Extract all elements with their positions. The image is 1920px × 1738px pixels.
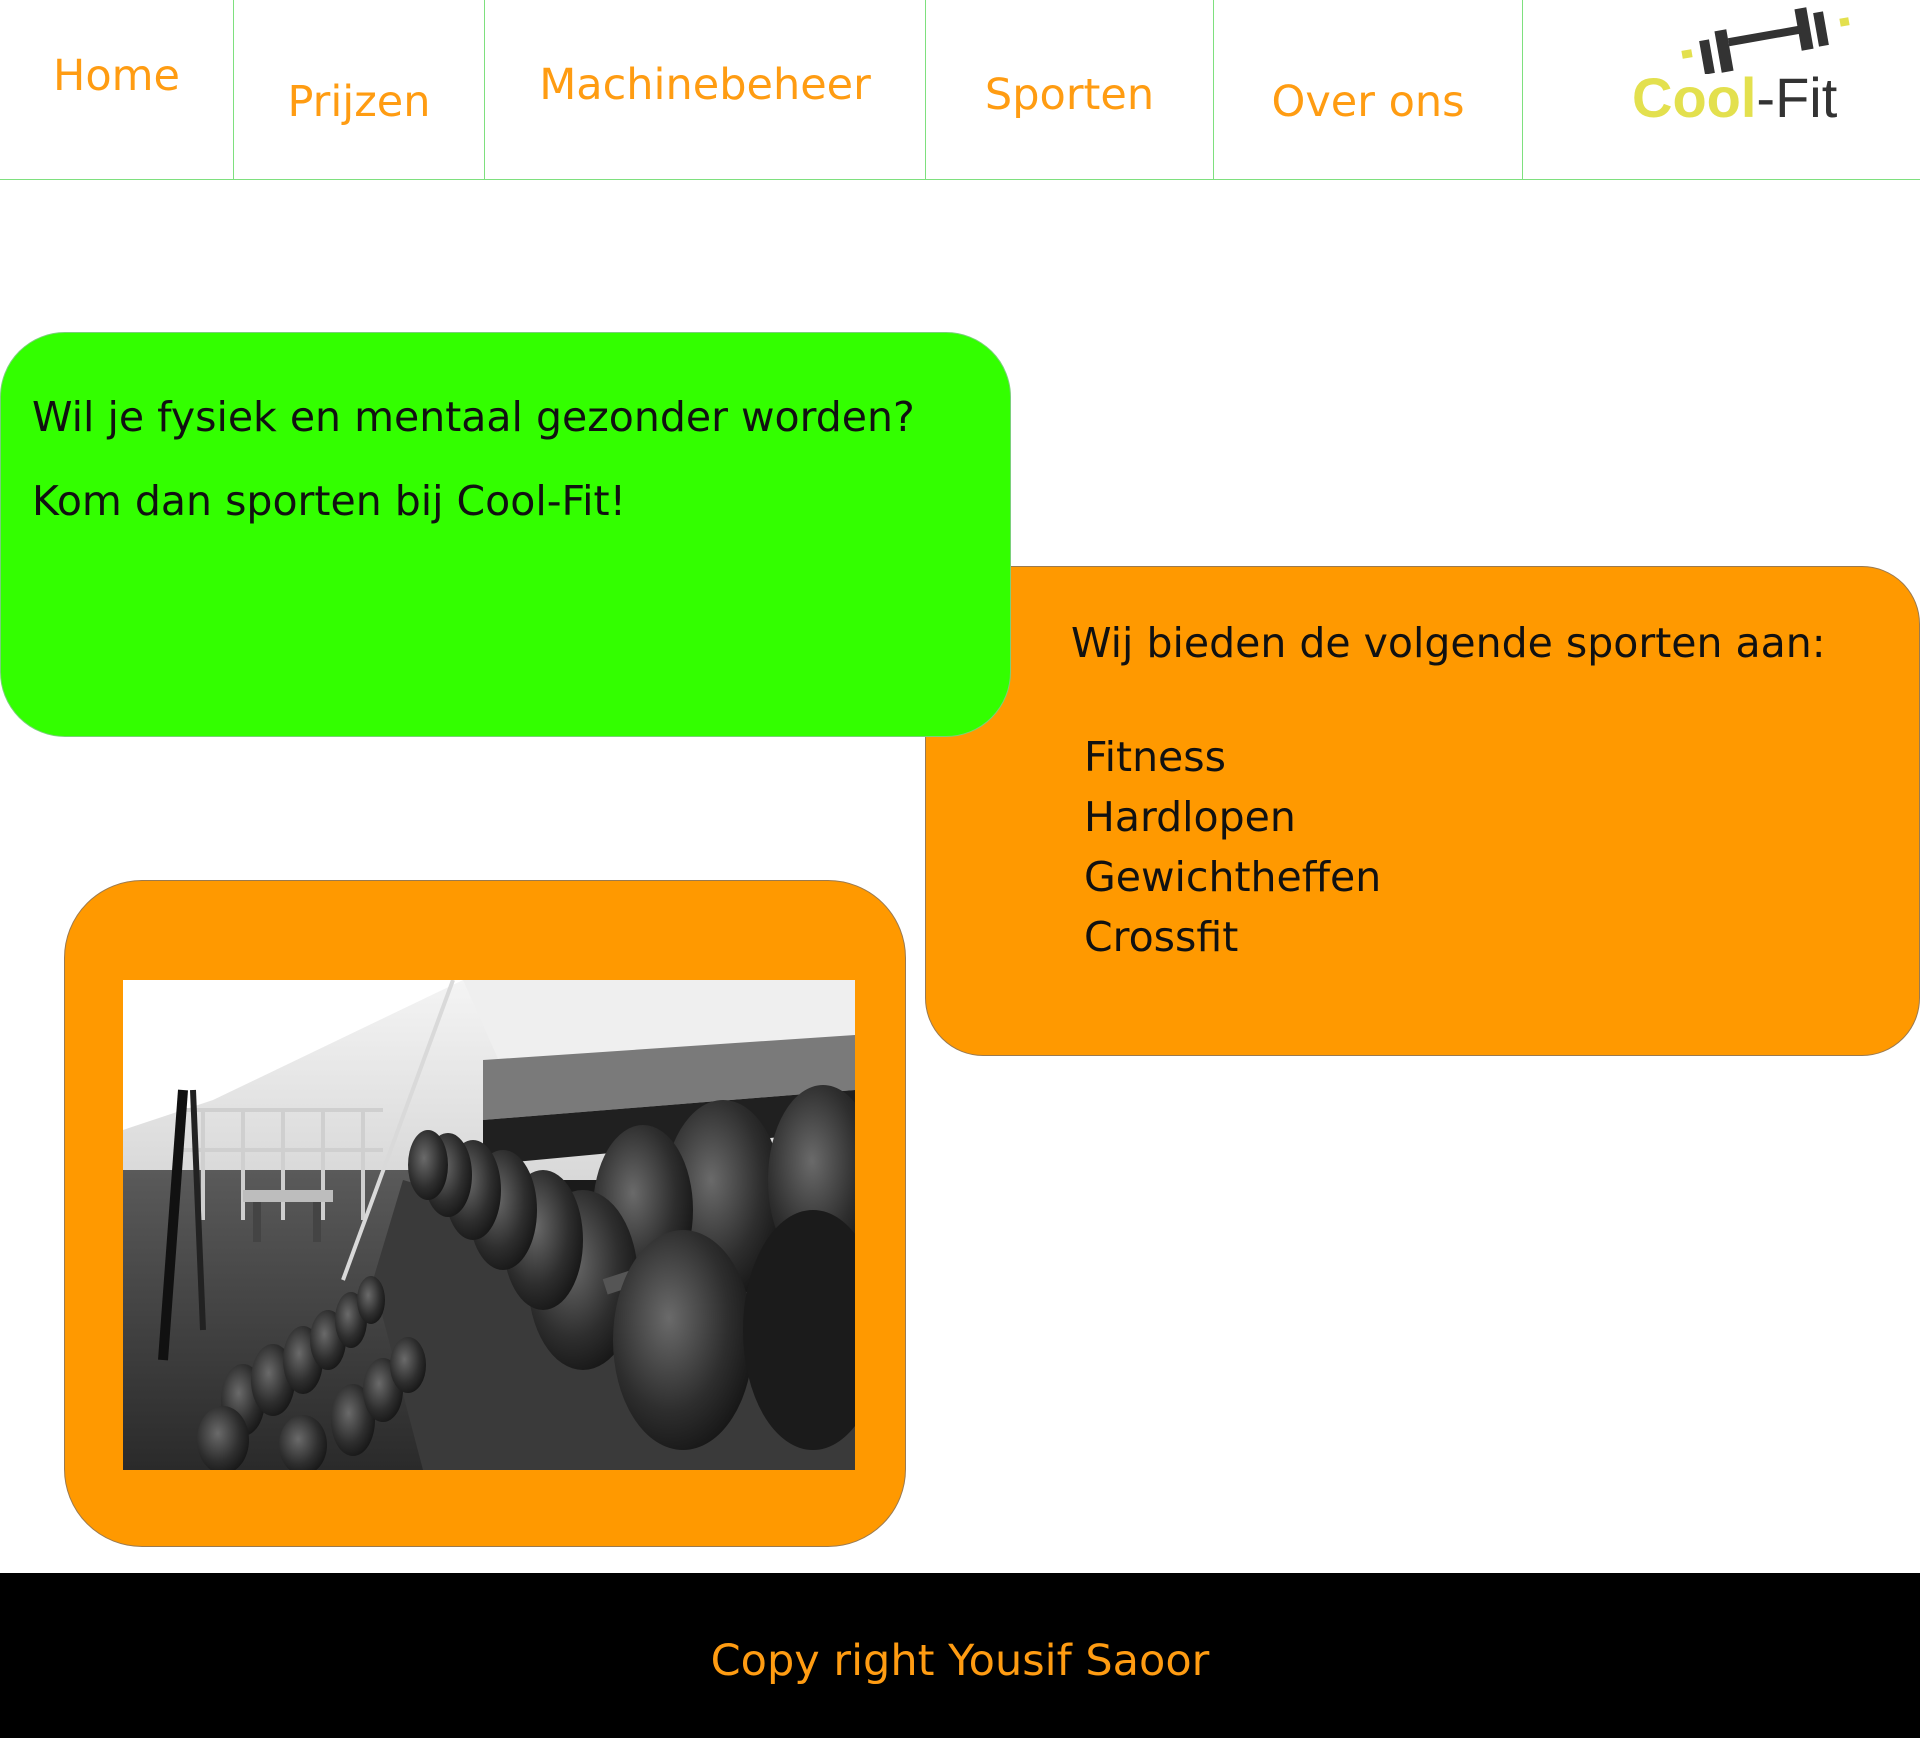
nav-item-over-ons[interactable]: Over ons [1214,0,1523,180]
list-item: Crossfit [1084,913,1239,961]
nav-item-home[interactable]: Home [0,0,234,180]
nav-item-label: Sporten [984,70,1155,120]
nav-item-machinebeheer[interactable]: Machinebeheer [485,0,926,180]
page: Home Prijzen Machinebeheer Sporten Over … [0,0,1920,1738]
intro-box: Wil je fysiek en mentaal gezonder worden… [0,332,1011,737]
list-item: Fitness [1084,733,1226,781]
nav-item-prijzen[interactable]: Prijzen [234,0,485,180]
main-nav: Home Prijzen Machinebeheer Sporten Over … [0,0,1920,180]
cool-fit-logo[interactable]: Cool-Fit [1620,0,1880,140]
nav-item-label: Prijzen [287,77,431,127]
barbell-icon [1681,7,1850,74]
footer: Copy right Yousif Saoor [0,1573,1920,1738]
logo-fit-text: -Fit [1756,66,1838,129]
nav-item-label: Machinebeheer [539,60,871,110]
logo-text: Cool-Fit [1632,70,1837,126]
gym-photo [123,980,855,1470]
intro-line-1: Wil je fysiek en mentaal gezonder worden… [32,393,915,441]
list-item: Hardlopen [1084,793,1296,841]
nav-item-label: Home [53,51,180,101]
list-item: Gewichtheffen [1084,853,1382,901]
nav-item-sporten[interactable]: Sporten [926,0,1214,180]
nav-item-label: Over ons [1271,77,1465,127]
sports-intro: Wij bieden de volgende sporten aan: [1071,619,1826,667]
logo-cool-text: Cool [1632,66,1757,129]
dumbbell-rack-illustration [123,980,855,1470]
sports-box: Wij bieden de volgende sporten aan: Fitn… [925,566,1920,1056]
image-box [64,880,906,1547]
sports-list: Fitness Hardlopen Gewichtheffen Crossfit [1084,727,1381,967]
intro-line-2: Kom dan sporten bij Cool-Fit! [32,477,627,526]
copyright-text: Copy right Yousif Saoor [710,1635,1210,1686]
